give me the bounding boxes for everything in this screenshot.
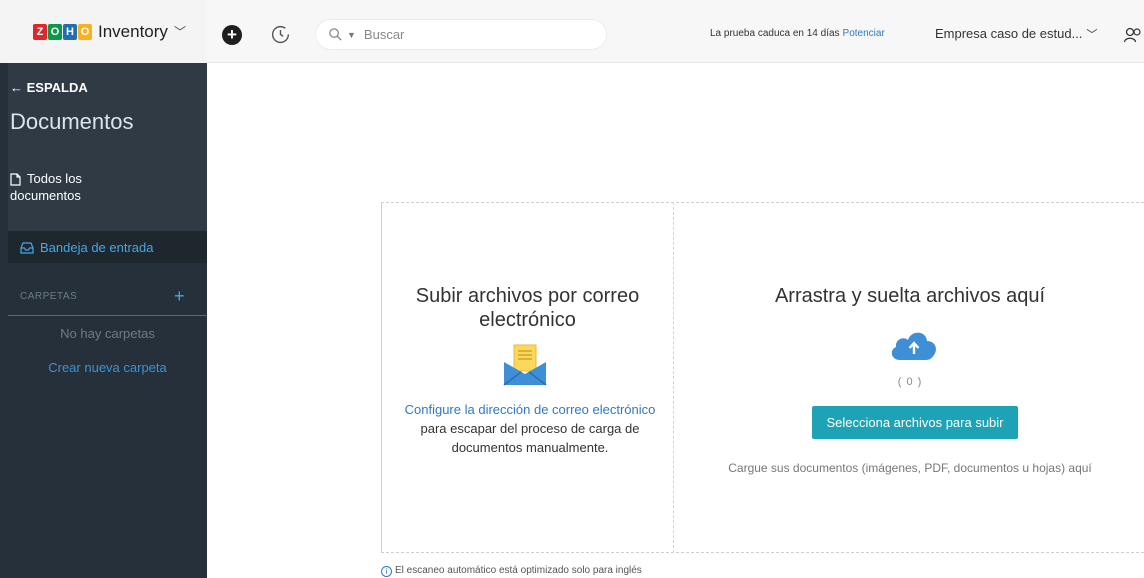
search-bar[interactable]: ▼ Buscar <box>315 19 607 50</box>
logo-letter-h: H <box>63 23 77 40</box>
email-envelope-icon <box>503 344 547 386</box>
top-bar: Z O H O Inventory ﹀ + ▼ Buscar La prueba… <box>0 0 1144 63</box>
app-name: Inventory <box>98 21 168 41</box>
folders-header: CARPETAS <box>20 291 78 302</box>
email-upload-title: Subir archivos por correo electrónico <box>415 285 640 331</box>
logo-letter-z: Z <box>33 23 47 40</box>
zoho-logo: Z O H O <box>33 23 92 40</box>
email-upload-description: Configure la dirección de correo electró… <box>390 400 670 457</box>
cloud-upload-icon <box>891 332 936 360</box>
scan-note: i El escaneo automático está optimizado s… <box>381 565 642 577</box>
info-icon: i <box>381 566 392 577</box>
file-count: ( 0 ) <box>897 376 923 388</box>
chevron-down-icon: ﹀ <box>173 25 186 39</box>
drop-zone-title: Arrastra y suelta archivos aquí <box>774 285 1046 307</box>
plus-circle-icon[interactable]: + <box>222 25 242 45</box>
app-switcher[interactable]: Z O H O Inventory ﹀ <box>0 0 207 63</box>
sidebar-item-label: Bandeja de entrada <box>40 239 154 255</box>
configure-email-link[interactable]: Configure la dirección de correo electró… <box>405 402 656 417</box>
panel-divider <box>673 202 674 553</box>
org-switcher[interactable]: Empresa caso de estud... ﹀ <box>935 26 1097 42</box>
empty-folders-text: No hay carpetas <box>60 326 155 341</box>
page-title: Documentos <box>10 109 134 134</box>
divider <box>8 315 207 316</box>
history-icon[interactable] <box>270 24 291 45</box>
org-name[interactable]: Empresa caso de estud... <box>935 26 1082 41</box>
user-icon[interactable] <box>1123 27 1142 46</box>
add-folder-button[interactable]: + <box>174 286 185 307</box>
search-icon <box>329 28 342 41</box>
search-filter-caret-icon[interactable]: ▼ <box>347 30 356 40</box>
upload-hint: Cargue sus documentos (imágenes, PDF, do… <box>728 461 1092 475</box>
logo-letter-o2: O <box>78 23 92 40</box>
scan-note-text: El escaneo automático está optimizado so… <box>395 565 642 576</box>
sidebar-item-all-documents[interactable]: Todos los documentos <box>10 170 150 204</box>
upgrade-link[interactable]: Potenciar <box>843 28 885 39</box>
sidebar: ← ESPALDA Documentos Todos los documento… <box>0 63 207 578</box>
document-icon <box>10 173 21 186</box>
sidebar-item-inbox[interactable]: Bandeja de entrada <box>8 231 207 263</box>
search-placeholder[interactable]: Buscar <box>364 27 404 42</box>
trial-notice: La prueba caduca en 14 días Potenciar <box>710 28 885 39</box>
inbox-icon <box>20 241 34 254</box>
chevron-down-icon: ﹀ <box>1086 29 1098 41</box>
logo-letter-o: O <box>48 23 62 40</box>
create-folder-link[interactable]: Crear nueva carpeta <box>8 360 207 375</box>
email-upload-desc-text: para escapar del proceso de carga de doc… <box>420 421 640 455</box>
select-files-button[interactable]: Selecciona archivos para subir <box>812 406 1018 439</box>
back-link[interactable]: ← ESPALDA <box>10 80 88 95</box>
trial-text: La prueba caduca en 14 días <box>710 28 840 39</box>
